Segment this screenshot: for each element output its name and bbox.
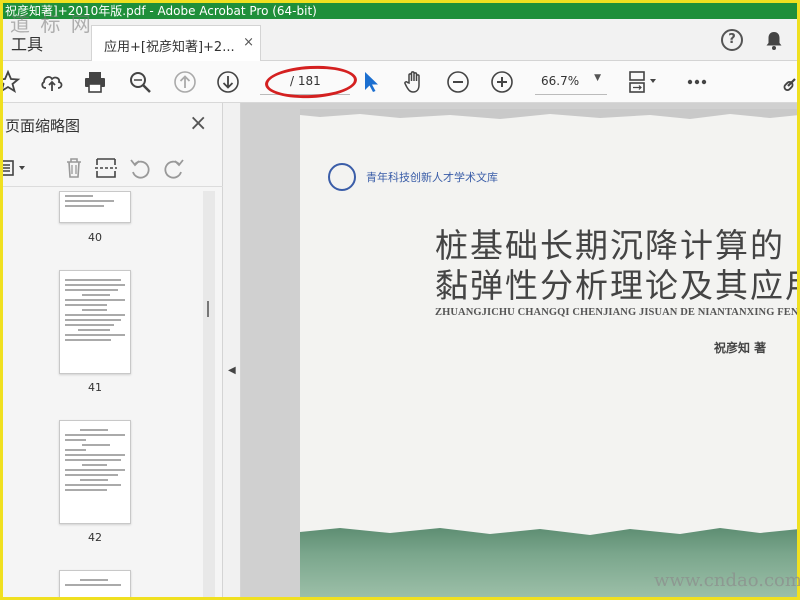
previous-page-icon[interactable] xyxy=(172,69,198,95)
help-icon[interactable]: ? xyxy=(721,29,743,51)
page-thumbnail[interactable] xyxy=(59,420,131,524)
book-title-pinyin: ZHUANGJICHU CHANGQI CHENJIANG JISUAN DE … xyxy=(435,307,797,318)
bell-icon[interactable] xyxy=(763,29,785,51)
rotate-left-icon[interactable] xyxy=(127,155,153,181)
extract-page-icon[interactable] xyxy=(93,155,119,181)
page-thumbnails-panel: 页面缩略图 × 40 41 42 xyxy=(3,103,223,597)
scrollbar-grip[interactable] xyxy=(207,301,209,317)
thumbnail-scrollbar[interactable] xyxy=(203,191,215,597)
select-arrow-icon[interactable] xyxy=(358,69,384,95)
watermark-url: www.cndao.com xyxy=(654,570,800,591)
thumbnail-options-icon[interactable] xyxy=(3,155,37,181)
thumbnail-label: 41 xyxy=(88,381,102,394)
panel-collapse-handle[interactable]: ◀ xyxy=(223,103,241,597)
page-thumbnail[interactable] xyxy=(59,191,131,223)
tab-row: 工具 应用+[祝彦知著]+2... × ? xyxy=(3,19,797,61)
app-window: 祝彦知著]+2010年版.pdf - Adobe Acrobat Pro (64… xyxy=(3,3,797,597)
book-author: 祝彦知 著 xyxy=(714,341,767,355)
book-series: 青年科技创新人才学术文库 xyxy=(366,171,498,184)
zoom-in-icon[interactable] xyxy=(489,69,515,95)
rotate-right-icon[interactable] xyxy=(161,155,187,181)
hand-icon[interactable] xyxy=(401,69,427,95)
thumbnail-list: 40 41 42 xyxy=(3,191,215,597)
zoom-search-icon[interactable] xyxy=(127,69,153,95)
thumbnail-toolbar xyxy=(3,149,223,187)
panel-close-icon[interactable]: × xyxy=(189,111,207,136)
next-page-icon[interactable] xyxy=(215,69,241,95)
panel-title: 页面缩略图 xyxy=(5,117,81,135)
upload-cloud-icon[interactable] xyxy=(39,69,65,95)
thumbnail-label: 40 xyxy=(88,231,102,244)
page-thumbnail[interactable] xyxy=(59,270,131,374)
pdf-page: 青年科技创新人才学术文库 桩基础长期沉降计算的 黏弹性分析理论及其应用 ZHUA… xyxy=(300,109,797,597)
delete-page-icon[interactable] xyxy=(61,155,87,181)
tab-close-icon[interactable]: × xyxy=(243,35,254,50)
zoom-select[interactable]: 66.7% ▼ xyxy=(535,69,607,95)
chevron-down-icon: ▼ xyxy=(594,73,601,83)
zoom-out-icon[interactable] xyxy=(445,69,471,95)
page-thumbnail[interactable] xyxy=(59,570,131,597)
document-viewer: 青年科技创新人才学术文库 桩基础长期沉降计算的 黏弹性分析理论及其应用 ZHUA… xyxy=(241,103,797,597)
zoom-value: 66.7% xyxy=(541,74,580,88)
more-icon[interactable] xyxy=(684,69,710,95)
book-title-line2: 黏弹性分析理论及其应用 xyxy=(435,266,797,305)
tab-document-label: 应用+[祝彦知著]+2... xyxy=(104,40,235,55)
publisher-logo xyxy=(328,163,356,191)
window-title-bar: 祝彦知著]+2010年版.pdf - Adobe Acrobat Pro (64… xyxy=(3,3,797,19)
thumbnail-label: 42 xyxy=(88,531,102,544)
print-icon[interactable] xyxy=(82,69,108,95)
page-display-icon[interactable] xyxy=(627,69,663,95)
watermark-logo: 道 标 网 xyxy=(10,12,93,36)
tab-document[interactable]: 应用+[祝彦知著]+2... × xyxy=(91,25,261,61)
bookmark-star-icon[interactable] xyxy=(3,69,21,95)
main-toolbar: / 181 66.7% ▼ xyxy=(3,61,797,103)
link-icon[interactable] xyxy=(783,69,797,95)
torn-edge xyxy=(300,109,797,119)
collapse-arrow-icon: ◀ xyxy=(228,365,236,376)
